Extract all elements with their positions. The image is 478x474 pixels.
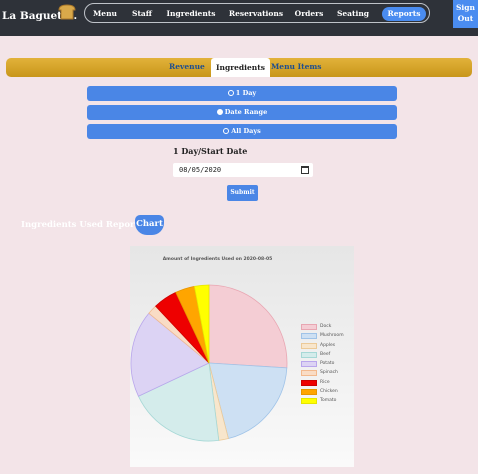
legend-label: Chicken	[320, 389, 338, 395]
calendar-icon[interactable]	[301, 166, 309, 174]
tab-revenue[interactable]: Revenue	[169, 62, 205, 71]
nav-item-staff[interactable]: Staff	[126, 7, 158, 21]
radio-icon[interactable]	[227, 90, 234, 96]
option-all-days[interactable]: All Days	[87, 124, 397, 139]
chart-panel: Amount of Ingredients Used on 2020-08-05…	[130, 246, 354, 467]
tab-menu-items[interactable]: Menu Items	[271, 62, 322, 71]
tab-ingredients[interactable]: Ingredients	[211, 58, 270, 77]
legend-label: Potato	[320, 361, 335, 367]
nav-item-reservations[interactable]: Reservations	[225, 7, 287, 21]
chart-badge[interactable]: Chart	[135, 215, 164, 235]
legend-label: Rice	[320, 379, 330, 385]
report-title: Ingredients Used Report	[21, 220, 139, 230]
legend-item-tomato[interactable]: Tomato	[301, 397, 351, 406]
legend-label: Beef	[320, 351, 331, 357]
legend-swatch	[301, 351, 317, 358]
date-value: 08/05/2020	[179, 166, 222, 174]
legend-item-spinach[interactable]: Spinach	[301, 369, 351, 378]
option-label: Date Range	[224, 108, 268, 116]
legend-item-mushroom[interactable]: Mushroom	[301, 332, 351, 341]
nav-item-ingredients[interactable]: Ingredients	[165, 7, 217, 21]
legend-label: Dock	[320, 324, 332, 329]
nav-item-orders[interactable]: Orders	[291, 7, 327, 21]
legend-swatch	[301, 398, 317, 405]
nav-item-seating[interactable]: Seating	[335, 7, 371, 21]
legend-item-chicken[interactable]: Chicken	[301, 388, 351, 397]
submit-button[interactable]: Submit	[227, 185, 258, 201]
legend-item-apples[interactable]: Apples	[301, 342, 351, 351]
chart-legend: Dock Mushroom Apples Beef Potato Spinach Rice C…	[301, 323, 351, 407]
option-label: 1 Day	[235, 89, 257, 97]
legend-swatch	[301, 379, 317, 386]
nav-item-reports[interactable]: Reports	[382, 7, 426, 21]
legend-swatch	[301, 324, 317, 330]
date-input[interactable]: 08/05/2020	[173, 163, 313, 177]
legend-item-rice[interactable]: Rice	[301, 379, 351, 388]
report-tabs: Revenue Ingredients Menu Items	[6, 58, 472, 77]
legend-swatch	[301, 370, 317, 377]
option-label: All Days	[231, 127, 261, 135]
option-one-day[interactable]: 1 Day	[87, 86, 397, 101]
legend-item-dock[interactable]: Dock	[301, 323, 351, 332]
legend-swatch	[301, 361, 317, 368]
sign-out-button[interactable]: Sign Out	[453, 0, 478, 28]
pie-slice-dock[interactable]	[208, 284, 288, 369]
nav-item-menu[interactable]: Menu	[90, 7, 120, 21]
nav-menu: Menu Staff Ingredients Reservations Orde…	[84, 3, 430, 23]
date-label: 1 Day/Start Date	[173, 146, 248, 156]
legend-swatch	[301, 389, 317, 396]
option-date-range[interactable]: Date Range	[87, 105, 397, 120]
legend-item-beef[interactable]: Beef	[301, 351, 351, 360]
legend-swatch	[301, 342, 317, 349]
legend-swatch	[301, 333, 317, 340]
legend-label: Apples	[320, 342, 336, 348]
legend-item-potato[interactable]: Potato	[301, 360, 351, 369]
radio-checked-icon[interactable]	[216, 109, 223, 115]
legend-label: Spinach	[320, 370, 338, 376]
legend-label: Tomato	[320, 398, 337, 404]
radio-icon[interactable]	[223, 128, 230, 134]
legend-label: Mushroom	[320, 333, 344, 339]
bread-icon	[58, 4, 76, 20]
top-navbar: La Baguette. Menu Staff Ingredients Rese…	[0, 0, 478, 36]
